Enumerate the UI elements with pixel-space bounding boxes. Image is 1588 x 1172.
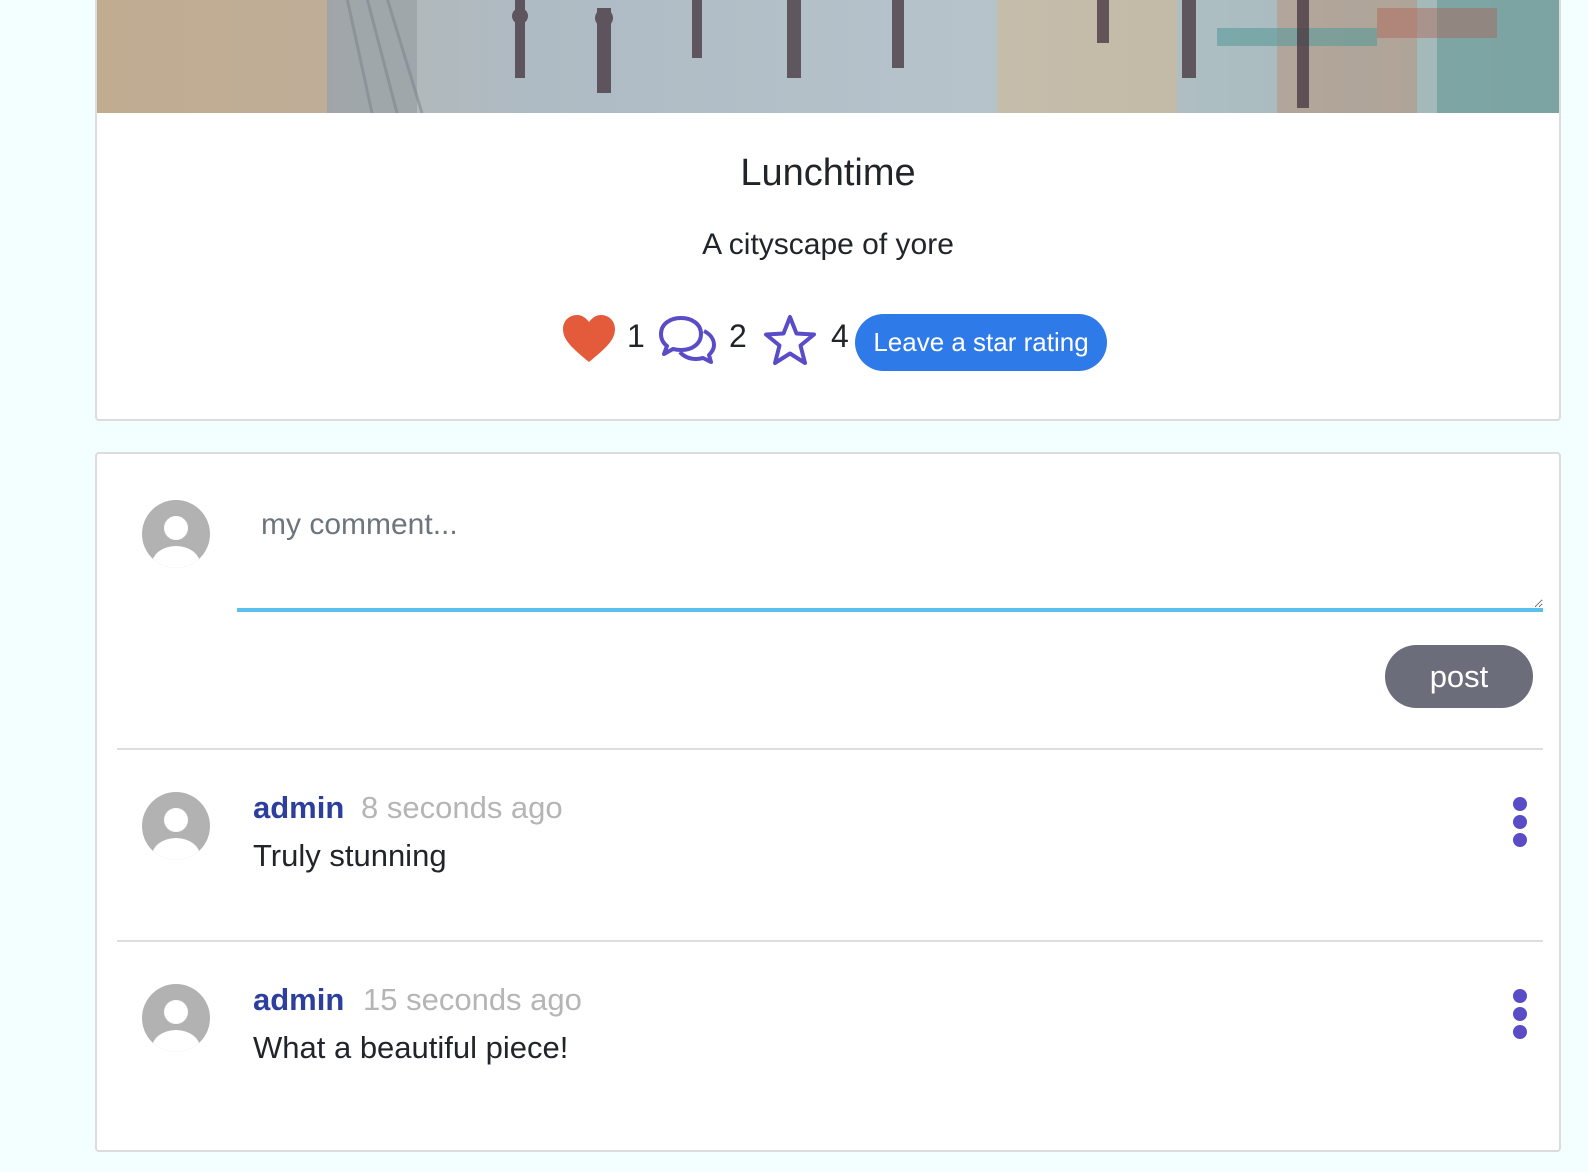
comment-time: 8 seconds ago: [361, 790, 563, 825]
speech-bubbles-icon[interactable]: [657, 314, 717, 371]
avatar-icon: [142, 500, 210, 568]
more-options-icon[interactable]: [1509, 796, 1531, 850]
comment-author[interactable]: admin: [253, 982, 344, 1018]
divider: [117, 940, 1543, 942]
artwork-stats: 1 2 4 Leave a star rating: [97, 310, 1559, 374]
leave-star-rating-button[interactable]: Leave a star rating: [855, 314, 1107, 371]
comment-item: admin 15 seconds ago What a beautiful pi…: [97, 982, 1559, 1172]
rating-value: 4: [831, 318, 849, 354]
like-count: 1: [627, 318, 645, 354]
comment-item: admin 8 seconds ago Truly stunning: [97, 790, 1559, 980]
artwork-card: Lunchtime A cityscape of yore 1 2 4 Leav…: [95, 0, 1561, 421]
comment-count: 2: [729, 318, 747, 354]
heart-icon[interactable]: [562, 314, 616, 369]
comment-text: What a beautiful piece!: [253, 1030, 569, 1065]
avatar-icon: [142, 984, 210, 1052]
comment-input[interactable]: [237, 482, 1543, 612]
comments-card: post admin 8 seconds ago Truly stunning: [95, 452, 1561, 1152]
divider: [117, 748, 1543, 750]
artwork-title: Lunchtime: [740, 152, 916, 194]
artwork-subtitle: A cityscape of yore: [702, 228, 954, 261]
comment-text: Truly stunning: [253, 838, 447, 873]
avatar-icon: [142, 792, 210, 860]
artwork-image[interactable]: [97, 0, 1559, 113]
post-button[interactable]: post: [1385, 645, 1533, 708]
comment-time: 15 seconds ago: [363, 982, 582, 1017]
comment-author[interactable]: admin: [253, 790, 344, 826]
star-icon[interactable]: [762, 314, 818, 373]
more-options-icon[interactable]: [1509, 988, 1531, 1042]
